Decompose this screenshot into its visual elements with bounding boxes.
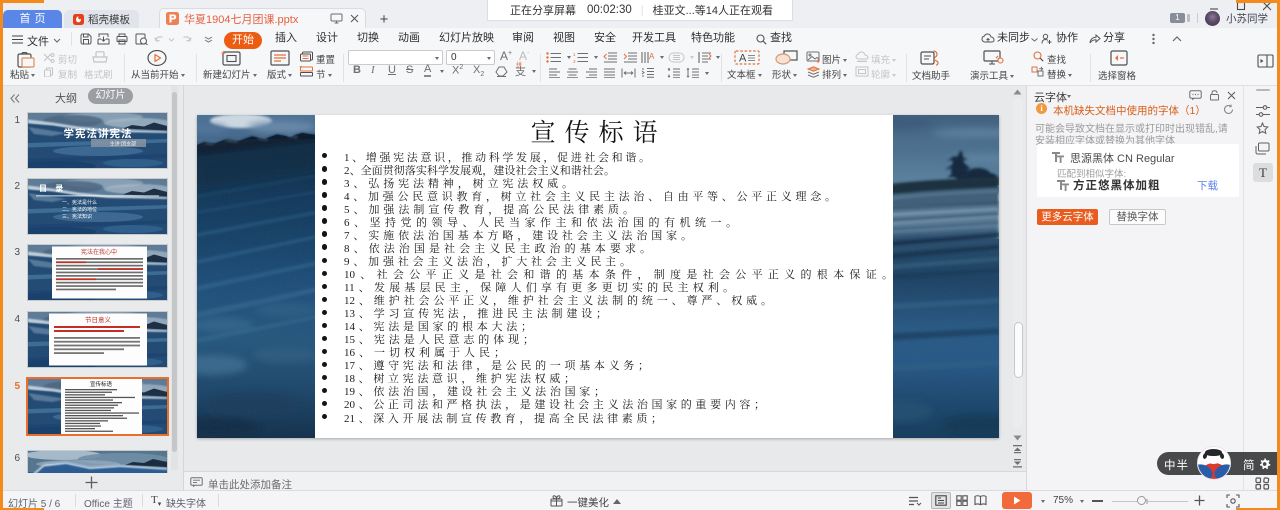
svg-text:宣传标语: 宣传标语	[90, 380, 113, 388]
svg-text:二、宪法的地位: 二、宪法的地位	[62, 206, 97, 213]
svg-text:节日意义: 节日意义	[85, 315, 112, 324]
svg-text:一、宪法是什么: 一、宪法是什么	[62, 199, 97, 206]
svg-text:学宪法讲宪法: 学宪法讲宪法	[64, 126, 133, 141]
svg-text:A: A	[649, 52, 655, 61]
svg-text:目 录: 目 录	[39, 184, 66, 193]
svg-text:三、宪法知识: 三、宪法知识	[62, 213, 92, 220]
svg-text:主讲:团支部: 主讲:团支部	[110, 141, 136, 148]
svg-text:宪法在我心中: 宪法在我心中	[81, 248, 117, 256]
svg-text:A: A	[739, 53, 747, 65]
svg-text:3: 3	[573, 59, 576, 63]
svg-text:1: 1	[573, 52, 576, 57]
